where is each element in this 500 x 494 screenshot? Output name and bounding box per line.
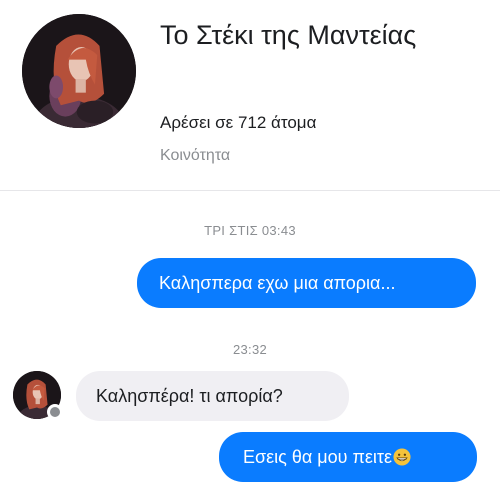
page-avatar[interactable]: [22, 14, 136, 128]
message-text: Εσεις θα μου πειτε: [243, 447, 393, 467]
message-timestamp: 23:32: [232, 342, 268, 357]
likes-count: Αρέσει σε 712 άτομα: [160, 113, 317, 132]
profile-photo-icon: [22, 14, 136, 128]
seen-status-icon: [47, 404, 63, 420]
page-category: Κοινότητα: [160, 147, 231, 164]
message-timestamp: ΤΡΙ ΣΤΙΣ 03:43: [204, 223, 296, 238]
page-header: Το Στέκι της Μαντείας Αρέσει σε 712 άτομ…: [0, 0, 500, 190]
page-title: Το Στέκι της Μαντείας: [160, 20, 417, 50]
message-text: Καλησπέρα! τι απορία?: [96, 386, 283, 406]
header-divider: [0, 190, 500, 191]
grinning-face-icon: [393, 448, 411, 466]
outgoing-message-bubble[interactable]: Καλησπερα εχω μια απορια...: [137, 258, 476, 308]
sender-avatar[interactable]: [13, 371, 63, 420]
message-text: Καλησπερα εχω μια απορια...: [159, 273, 396, 293]
outgoing-message-bubble[interactable]: Εσεις θα μου πειτε: [219, 432, 477, 482]
incoming-message-bubble[interactable]: Καλησπέρα! τι απορία?: [76, 371, 349, 421]
